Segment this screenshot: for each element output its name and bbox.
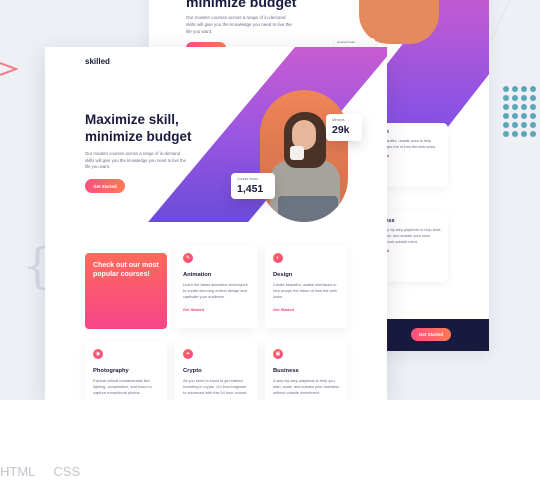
back-hero-title: minimize budget: [186, 0, 297, 10]
course-hours-stat-card: Course hours 1,451: [231, 173, 275, 199]
course-card-animation: ✎ Animation Learn the latest animation t…: [175, 245, 257, 328]
course-description: Learn the latest animation techniques to…: [183, 282, 248, 299]
photography-icon: ◉: [93, 349, 103, 359]
back-card-title: ness: [382, 218, 395, 224]
back-card-link: rted: [382, 249, 442, 253]
hero-get-started-button[interactable]: Get Started: [85, 179, 125, 193]
course-get-started-link[interactable]: Get Started: [183, 307, 249, 312]
featured-courses-card: Check out our most popular courses!: [85, 253, 167, 329]
back-footer-button: Get Started: [411, 328, 451, 341]
course-card-design: ◐ Design Create beautiful, usable interf…: [265, 245, 347, 328]
course-title: Crypto: [183, 368, 202, 374]
course-description: Explore critical fundamentals like light…: [93, 378, 152, 395]
back-card-title: gn: [382, 129, 442, 135]
landing-page-preview: skilled Get Started Mentors 29k Course h…: [45, 47, 387, 400]
mentors-stat-card: Mentors 29k: [326, 114, 362, 141]
course-description: Create beautiful, usable interfaces to h…: [273, 282, 337, 299]
arrow-decoration-icon: [0, 62, 18, 76]
course-description: A step-by-step playbook to help you star…: [273, 378, 339, 395]
logo[interactable]: skilled: [85, 57, 110, 66]
course-hours-label: Course hours: [237, 177, 259, 181]
dot-grid-decoration: [503, 86, 536, 137]
line-decoration: [490, 0, 540, 40]
css-tag: CSS: [53, 464, 81, 479]
back-card-text: step-by-step playbook to help start, sca…: [382, 228, 442, 244]
mentors-label: Mentors: [332, 118, 345, 122]
course-card-crypto: ✦ Crypto All you need to know to get sta…: [175, 341, 257, 400]
course-hours-value: 1,451: [237, 183, 264, 195]
course-card-business: ▣ Business A step-by-step playbook to he…: [265, 341, 347, 400]
mug-icon: [290, 146, 304, 160]
laptop-icon: [278, 196, 338, 222]
tech-tags: HTML CSS: [0, 464, 80, 479]
html-tag: HTML: [0, 464, 36, 479]
back-card-link: rted: [382, 154, 442, 158]
business-icon: ▣: [273, 349, 283, 359]
course-title: Design: [273, 272, 293, 278]
back-hero-subtitle: Our modern courses across a range of in-…: [186, 15, 292, 34]
back-card-text: beautiful, usable aces to help shape the…: [382, 139, 437, 149]
course-title: Business: [273, 368, 299, 374]
crypto-icon: ✦: [183, 349, 193, 359]
hero-title: Maximize skill, minimize budget: [85, 112, 192, 144]
animation-icon: ✎: [183, 253, 193, 263]
featured-text: Check out our most popular courses!: [93, 262, 159, 278]
course-get-started-link[interactable]: Get Started: [273, 307, 339, 312]
design-icon: ◐: [273, 253, 283, 263]
course-title: Photography: [93, 368, 129, 374]
hero-subtitle: Our modern courses across a range of in-…: [85, 151, 187, 169]
showcase-scene: { minimize budget Our modern courses acr…: [0, 0, 540, 400]
mentors-value: 29k: [332, 124, 350, 136]
course-title: Animation: [183, 272, 212, 278]
course-card-photography: ◉ Photography Explore critical fundament…: [85, 341, 167, 400]
back-stat-label: Course hours: [337, 40, 356, 44]
course-description: All you need to know to get started inve…: [183, 378, 248, 395]
hero-photo: [260, 90, 348, 222]
